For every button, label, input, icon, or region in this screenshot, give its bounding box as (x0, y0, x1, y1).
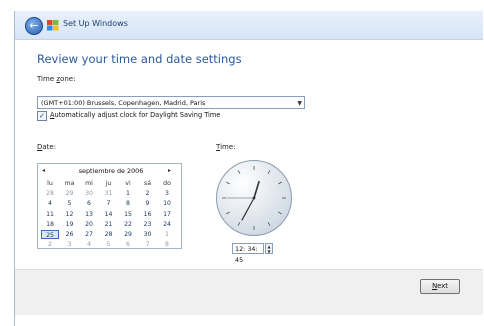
calendar-day[interactable]: 30 (139, 230, 157, 239)
previous-month-icon[interactable]: ◂ (42, 167, 45, 174)
setup-window: ← Set Up Windows Review your time and da… (14, 11, 483, 326)
windows-logo-icon (47, 20, 59, 31)
calendar-day[interactable]: 7 (139, 240, 157, 249)
clock-tick (267, 170, 271, 174)
calendar-day[interactable]: 14 (100, 210, 118, 219)
calendar-day[interactable]: 1 (158, 230, 176, 239)
clock-center (252, 196, 256, 200)
chevron-down-icon: ▼ (297, 100, 302, 107)
calendar-day[interactable]: 4 (80, 240, 98, 249)
calendar-day[interactable]: 18 (41, 220, 59, 229)
calendar-day[interactable]: 19 (61, 220, 79, 229)
title-bar: ← Set Up Windows (15, 11, 483, 40)
calendar-day[interactable]: 28 (41, 189, 59, 198)
calendar-day[interactable]: 4 (41, 199, 59, 208)
calendar-day[interactable]: 23 (139, 220, 157, 229)
calendar-day[interactable]: 5 (61, 199, 79, 208)
calendar-day[interactable]: 15 (119, 210, 137, 219)
calendar-day[interactable]: 29 (61, 189, 79, 198)
page-heading: Review your time and date settings (37, 52, 242, 66)
calendar-day[interactable]: 31 (100, 189, 118, 198)
calendar-day[interactable]: 8 (158, 240, 176, 249)
calendar-day[interactable]: 29 (119, 230, 137, 239)
weekday-header: ju (105, 180, 112, 187)
next-button[interactable]: Next (420, 279, 460, 294)
spin-down-icon[interactable]: ▼ (266, 249, 272, 254)
weekday-header: do (163, 180, 171, 187)
clock-tick (237, 222, 241, 226)
calendar-day[interactable]: 20 (80, 220, 98, 229)
calendar-day[interactable]: 26 (61, 230, 79, 239)
time-input[interactable]: 12: 34: 45 (232, 243, 264, 264)
calendar-day[interactable]: 8 (119, 199, 137, 208)
calendar-day[interactable]: 17 (158, 210, 176, 219)
calendar-month-label[interactable]: septiembre de 2006 (56, 167, 166, 175)
calendar-day[interactable]: 3 (158, 189, 176, 198)
clock-tick (226, 211, 230, 215)
calendar-day[interactable]: 11 (41, 210, 59, 219)
calendar-day[interactable]: 2 (41, 240, 59, 249)
weekday-header: ma (64, 180, 75, 187)
calendar-day[interactable]: 5 (100, 240, 118, 249)
calendar-day[interactable]: 30 (80, 189, 98, 198)
calendar-day[interactable]: 1 (119, 189, 137, 198)
clock-tick (278, 211, 282, 215)
weekday-header: sá (143, 180, 151, 187)
footer-bar (15, 269, 483, 315)
analog-clock (216, 160, 292, 236)
calendar-day[interactable]: 25 (41, 230, 59, 239)
clock-tick (278, 181, 282, 185)
calendar-day[interactable]: 28 (100, 230, 118, 239)
weekday-header: vi (125, 180, 131, 187)
calendar-day[interactable]: 2 (139, 189, 157, 198)
back-arrow-icon[interactable]: ← (25, 17, 43, 35)
calendar-day[interactable]: 27 (80, 230, 98, 239)
calendar-day[interactable]: 13 (80, 210, 98, 219)
minute-hand (241, 197, 255, 221)
weekday-header: lu (47, 180, 53, 187)
weekday-header: mi (85, 180, 93, 187)
calendar-day[interactable]: 16 (139, 210, 157, 219)
dst-checkbox[interactable]: ✓ (37, 111, 47, 121)
calendar-day[interactable]: 10 (158, 199, 176, 208)
clock-tick (267, 222, 271, 226)
timezone-label: Time zone: (37, 75, 76, 83)
clock-tick (226, 181, 230, 185)
calendar-day[interactable]: 9 (139, 199, 157, 208)
clock-tick (237, 170, 241, 174)
calendar-day[interactable]: 22 (119, 220, 137, 229)
calendar-day[interactable]: 24 (158, 220, 176, 229)
next-month-icon[interactable]: ▸ (168, 167, 171, 174)
calendar-day[interactable]: 12 (61, 210, 79, 219)
calendar-day[interactable]: 6 (119, 240, 137, 249)
calendar-day[interactable]: 3 (61, 240, 79, 249)
window-title: Set Up Windows (63, 19, 128, 28)
timezone-value: (GMT+01:00) Brussels, Copenhagen, Madrid… (41, 99, 206, 107)
dst-checkbox-label[interactable]: Automatically adjust clock for Daylight … (50, 111, 220, 119)
timezone-dropdown[interactable]: (GMT+01:00) Brussels, Copenhagen, Madrid… (37, 96, 305, 109)
time-spinner[interactable]: ▲ ▼ (265, 243, 273, 254)
hour-hand (253, 180, 260, 199)
date-calendar[interactable]: ◂ septiembre de 2006 ▸ lu ma mi ju vi sá do 28 2… (37, 163, 182, 249)
calendar-day[interactable]: 21 (100, 220, 118, 229)
time-label: Time: (216, 143, 236, 151)
calendar-day[interactable]: 7 (100, 199, 118, 208)
clock-face (222, 166, 286, 230)
date-label: Date: (37, 143, 57, 151)
calendar-day[interactable]: 6 (80, 199, 98, 208)
